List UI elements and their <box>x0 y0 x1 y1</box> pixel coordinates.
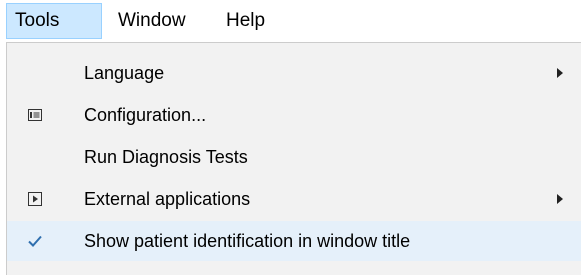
configuration-icon <box>27 107 43 123</box>
menu-item-label: Language <box>84 63 165 83</box>
menu-item-label: External applications <box>84 189 251 209</box>
menu-item-label: Show patient identification in window ti… <box>84 231 411 251</box>
menu-item-run-diagnosis-tests[interactable]: Run Diagnosis Tests <box>7 137 581 177</box>
menu-tools[interactable]: Tools <box>6 3 102 39</box>
checkmark-icon <box>27 233 43 249</box>
menu-item-label: Configuration... <box>84 105 207 125</box>
menu-item-label: Run Diagnosis Tests <box>84 147 248 167</box>
run-icon <box>27 191 43 207</box>
tools-dropdown-menu: Language Configuration... Run Diagnosis … <box>6 42 581 275</box>
menu-help[interactable]: Help <box>216 3 288 39</box>
menu-window[interactable]: Window <box>106 3 210 39</box>
menu-item-show-patient-identification[interactable]: Show patient identification in window ti… <box>7 221 581 261</box>
submenu-arrow-icon <box>557 194 563 204</box>
menu-item-language[interactable]: Language <box>7 53 581 93</box>
menu-bar: Tools Window Help <box>0 0 581 42</box>
menu-item-configuration[interactable]: Configuration... <box>7 95 581 135</box>
application-window: Tools Window Help Language Configuration… <box>0 0 581 275</box>
menu-item-external-applications[interactable]: External applications <box>7 179 581 219</box>
submenu-arrow-icon <box>557 68 563 78</box>
